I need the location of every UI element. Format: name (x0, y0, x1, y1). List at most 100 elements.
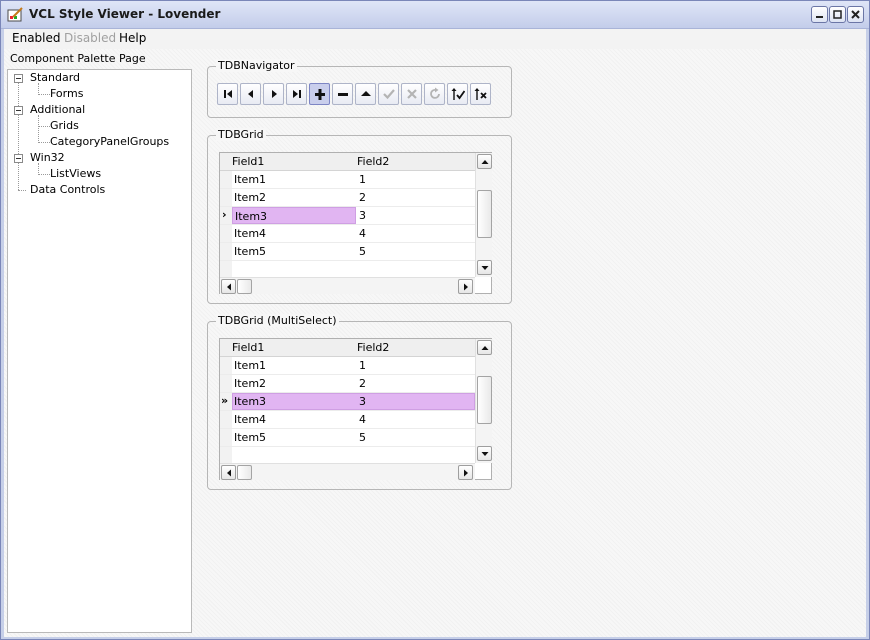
nav-prior-button[interactable] (240, 83, 261, 105)
grid2-group: TDBGrid (MultiSelect) Field1 Field2 Item… (207, 314, 512, 490)
title-bar[interactable]: VCL Style Viewer - Lovender (1, 1, 869, 29)
table-row-current[interactable]: › Item3 3 (220, 207, 475, 225)
table-row[interactable]: Item5 5 (220, 243, 475, 261)
table-row[interactable]: Item4 4 (220, 411, 475, 429)
cell-field2[interactable]: 5 (359, 245, 366, 258)
multiselect-indicator-icon: » (221, 394, 229, 407)
plus-icon (315, 89, 325, 100)
tree-node-categorypanelgroups[interactable]: CategoryPanelGroups (50, 135, 169, 148)
scroll-right-button[interactable] (458, 465, 473, 480)
column-header-field1[interactable]: Field1 (232, 341, 264, 354)
navigator-group: TDBNavigator (207, 59, 512, 118)
collapse-toggle-icon[interactable] (14, 74, 23, 83)
nav-first-button[interactable] (217, 83, 238, 105)
table-row-current[interactable]: » Item3 3 (220, 393, 475, 411)
cell-field1[interactable]: Item4 (234, 227, 266, 240)
table-row[interactable]: Item5 5 (220, 429, 475, 447)
scroll-up-button[interactable] (477, 154, 492, 169)
arrow-up-icon (481, 346, 489, 350)
cell-field1[interactable]: Item1 (234, 173, 266, 186)
column-header-field2[interactable]: Field2 (357, 155, 389, 168)
cell-field2[interactable]: 4 (359, 413, 366, 426)
cancel-x-icon (407, 89, 417, 99)
tree-node-win32[interactable]: Win32 (30, 151, 65, 164)
table-row[interactable]: Item1 1 (220, 171, 475, 189)
vertical-scrollbar[interactable] (475, 339, 492, 463)
tree-node-listviews[interactable]: ListViews (50, 167, 101, 180)
horizontal-scrollbar[interactable] (220, 463, 475, 480)
scroll-thumb[interactable] (477, 190, 492, 238)
table-row[interactable]: Item4 4 (220, 225, 475, 243)
cell-field1[interactable]: Item2 (234, 377, 266, 390)
horizontal-scrollbar[interactable] (220, 277, 475, 294)
minimize-button[interactable] (811, 6, 828, 23)
cell-field1-selected[interactable]: Item3 (232, 207, 356, 224)
cell-field1[interactable]: Item5 (234, 431, 266, 444)
grid1-group: TDBGrid Field1 Field2 Item1 1 Item2 2 › … (207, 128, 512, 304)
cell-field1[interactable]: Item2 (234, 191, 266, 204)
client-area: Component Palette Page Standard Forms Ad… (4, 49, 866, 637)
maximize-button[interactable] (829, 6, 846, 23)
column-header-field1[interactable]: Field1 (232, 155, 264, 168)
grid2-caption: TDBGrid (MultiSelect) (216, 314, 339, 327)
cell-field2[interactable]: 3 (359, 209, 366, 222)
table-row[interactable]: Item1 1 (220, 357, 475, 375)
collapse-toggle-icon[interactable] (14, 154, 23, 163)
tree-node-standard[interactable]: Standard (30, 71, 80, 84)
nav-apply-updates-button[interactable] (447, 83, 468, 105)
arrow-left-icon (227, 469, 231, 477)
cell-field1[interactable]: Item4 (234, 413, 266, 426)
nav-refresh-button (424, 83, 445, 105)
table-row[interactable]: Item2 2 (220, 189, 475, 207)
tree-node-forms[interactable]: Forms (50, 87, 83, 100)
cell-field2[interactable]: 1 (359, 173, 366, 186)
scroll-right-button[interactable] (458, 279, 473, 294)
tree-node-grids[interactable]: Grids (50, 119, 79, 132)
nav-cancel-button (401, 83, 422, 105)
palette-label: Component Palette Page (10, 52, 146, 65)
nav-cancel-updates-button[interactable] (470, 83, 491, 105)
scroll-thumb[interactable] (237, 465, 252, 480)
nav-delete-button[interactable] (332, 83, 353, 105)
scroll-down-button[interactable] (477, 260, 492, 275)
cell-field1[interactable]: Item5 (234, 245, 266, 258)
arrow-down-icon (481, 266, 489, 270)
scroll-left-button[interactable] (221, 279, 236, 294)
nav-last-button[interactable] (286, 83, 307, 105)
paint-palette-icon (7, 7, 23, 23)
scroll-left-button[interactable] (221, 465, 236, 480)
menu-help[interactable]: Help (119, 31, 146, 45)
nav-next-button[interactable] (263, 83, 284, 105)
close-button[interactable] (847, 6, 864, 23)
menu-enabled[interactable]: Enabled (12, 31, 61, 45)
first-record-icon (224, 90, 232, 98)
cell-field1-selected[interactable]: Item3 (234, 395, 266, 408)
close-icon (851, 10, 860, 19)
cell-field2[interactable]: 2 (359, 377, 366, 390)
tree-node-data-controls[interactable]: Data Controls (30, 183, 105, 196)
nav-insert-button[interactable] (309, 83, 330, 105)
column-header-field2[interactable]: Field2 (357, 341, 389, 354)
grid1[interactable]: Field1 Field2 Item1 1 Item2 2 › Item3 3 … (219, 152, 492, 294)
cell-field1[interactable]: Item1 (234, 359, 266, 372)
arrow-down-icon (481, 452, 489, 456)
cell-field2[interactable]: 5 (359, 431, 366, 444)
scroll-thumb[interactable] (477, 376, 492, 424)
vertical-scrollbar[interactable] (475, 153, 492, 277)
selected-row-highlight (232, 393, 475, 410)
nav-edit-button[interactable] (355, 83, 376, 105)
tree-node-additional[interactable]: Additional (30, 103, 85, 116)
cell-field2[interactable]: 4 (359, 227, 366, 240)
collapse-toggle-icon[interactable] (14, 106, 23, 115)
scroll-up-button[interactable] (477, 340, 492, 355)
grid2[interactable]: Field1 Field2 Item1 1 Item2 2 » Item3 3 … (219, 338, 492, 480)
scroll-thumb[interactable] (237, 279, 252, 294)
cell-field2-selected[interactable]: 3 (359, 395, 366, 408)
scroll-down-button[interactable] (477, 446, 492, 461)
table-row[interactable]: Item2 2 (220, 375, 475, 393)
cell-field2[interactable]: 2 (359, 191, 366, 204)
grid2-header: Field1 Field2 (220, 339, 475, 357)
arrow-right-icon (464, 469, 468, 477)
cell-field2[interactable]: 1 (359, 359, 366, 372)
component-tree[interactable]: Standard Forms Additional Grids Category… (7, 69, 192, 633)
